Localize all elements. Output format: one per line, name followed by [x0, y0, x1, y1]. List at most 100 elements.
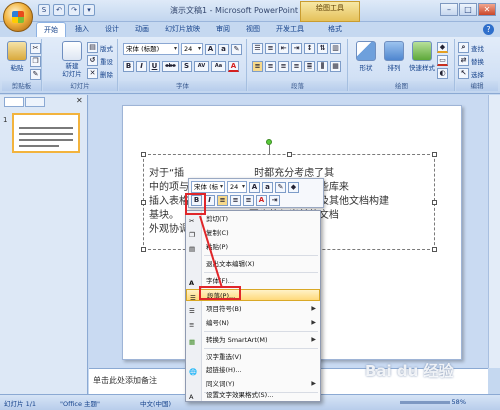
outline-tab-icon[interactable] — [25, 97, 45, 107]
slide-thumbnail[interactable] — [12, 113, 80, 153]
tab-slideshow[interactable]: 幻灯片放映 — [158, 22, 207, 37]
mini-shrink-font-icon[interactable]: a — [262, 181, 273, 193]
numbering-icon[interactable]: ≡ — [265, 43, 276, 54]
bold-button[interactable]: B — [123, 61, 134, 72]
menu-item-exit-text-edit[interactable]: 退出文本编辑(X) — [186, 258, 320, 270]
shadow-button[interactable]: S — [181, 61, 192, 72]
tab-review[interactable]: 审阅 — [209, 22, 237, 37]
smartart-convert-icon[interactable]: ▦ — [330, 61, 341, 72]
shape-button[interactable]: 形状 — [353, 41, 379, 78]
mini-align-right-icon[interactable]: ≡ — [243, 195, 254, 206]
tab-insert[interactable]: 插入 — [68, 22, 96, 37]
customize-qat-icon[interactable]: ▾ — [83, 4, 95, 16]
distribute-icon[interactable]: ≣ — [304, 61, 315, 72]
align-center-icon[interactable]: ≡ — [265, 61, 276, 72]
resize-handle-tr[interactable] — [432, 152, 437, 157]
shrink-font-icon[interactable]: a — [218, 43, 229, 55]
menu-item-reconversion[interactable]: 汉字重选(V) — [186, 351, 320, 363]
spacing-button[interactable]: AV — [194, 61, 209, 72]
decrease-indent-icon[interactable]: ⇤ — [278, 43, 289, 54]
tab-home[interactable]: 开始 — [36, 22, 66, 37]
format-painter-icon[interactable]: ✎ — [30, 69, 41, 80]
mini-grow-font-icon[interactable]: A — [249, 181, 260, 193]
clear-format-icon[interactable]: ✎ — [231, 43, 242, 55]
zoom-level[interactable]: 58% — [452, 398, 466, 406]
mini-fill-icon[interactable]: ◆ — [288, 181, 299, 193]
text-direction-icon[interactable]: ⇅ — [317, 43, 328, 54]
copy-icon[interactable]: ❐ — [30, 56, 41, 67]
menu-item-smartart[interactable]: ▦ 转换为 SmartArt(M) ▶ — [186, 334, 320, 346]
redo-icon[interactable]: ↷ — [68, 4, 80, 16]
save-icon[interactable]: S — [38, 4, 50, 16]
arrange-button[interactable]: 排列 — [381, 41, 407, 78]
resize-handle-br[interactable] — [432, 247, 437, 252]
tab-animations[interactable]: 动画 — [128, 22, 156, 37]
paste-button[interactable]: 粘贴 — [4, 41, 30, 78]
mini-font-size[interactable]: 24 — [227, 181, 247, 193]
columns-icon[interactable]: ⫼ — [317, 61, 328, 72]
select-button[interactable]: ↖ 选择 — [458, 68, 484, 79]
menu-item-bullets[interactable]: ☰ 项目符号(B) ▶ — [186, 303, 320, 315]
scissors-icon: ✂ — [189, 217, 195, 225]
delete-slide-button[interactable]: ✕ 删除 — [87, 68, 113, 79]
font-size-combo[interactable]: 24 — [181, 43, 203, 55]
tab-view[interactable]: 视图 — [239, 22, 267, 37]
menu-item-cut[interactable]: ✂ 剪切(T) — [186, 213, 320, 225]
maximize-button[interactable]: □ — [459, 3, 477, 16]
align-right-icon[interactable]: ≡ — [278, 61, 289, 72]
menu-item-text-effects[interactable]: A 设置文字效果格式(S)... — [186, 389, 320, 401]
ribbon-tabs: 开始 插入 设计 动画 幻灯片放映 审阅 视图 开发工具 格式 — [36, 22, 349, 37]
panel-close-icon[interactable]: ✕ — [76, 96, 83, 105]
new-slide-button[interactable]: 新建 幻灯片 — [57, 41, 87, 78]
resize-handle-bl[interactable] — [141, 247, 146, 252]
zoom-slider[interactable] — [400, 401, 450, 404]
tab-developer[interactable]: 开发工具 — [269, 22, 311, 37]
line-spacing-icon[interactable]: ↕ — [304, 43, 315, 54]
undo-icon[interactable]: ↶ — [53, 4, 65, 16]
font-name-combo[interactable]: 宋体 (标题) — [123, 43, 179, 55]
align-text-icon[interactable]: ▥ — [330, 43, 341, 54]
strikethrough-button[interactable]: abe — [162, 61, 179, 72]
mini-font-name[interactable]: 宋体 (标题 — [191, 181, 225, 201]
replace-button[interactable]: ⇄ 替换 — [458, 55, 484, 66]
mini-center-icon[interactable]: ≡ — [230, 195, 241, 206]
vertical-scrollbar[interactable] — [488, 95, 500, 368]
grow-font-icon[interactable]: A — [205, 43, 216, 55]
menu-item-paste[interactable]: ▤ 粘贴(P) — [186, 241, 320, 253]
office-button[interactable] — [3, 2, 33, 32]
cut-icon[interactable]: ✂ — [30, 43, 41, 54]
help-icon[interactable]: ? — [483, 24, 494, 35]
layout-button[interactable]: ▤ 版式 — [87, 42, 113, 53]
underline-button[interactable]: U — [149, 61, 160, 72]
submenu-arrow-icon: ▶ — [311, 305, 316, 312]
menu-item-hyperlink[interactable]: 🌐 超链接(H)... — [186, 364, 320, 376]
font-color-button[interactable]: A — [228, 61, 239, 72]
resize-handle-ml[interactable] — [141, 200, 146, 205]
resize-handle-tl[interactable] — [141, 152, 146, 157]
resize-handle-tc[interactable] — [287, 152, 292, 157]
tab-design[interactable]: 设计 — [98, 22, 126, 37]
language-indicator[interactable]: 中文(中国) — [140, 398, 171, 408]
reset-button[interactable]: ↺ 重设 — [87, 55, 113, 66]
find-button[interactable]: ⌕ 查找 — [458, 42, 484, 53]
shape-effects-icon[interactable]: ◐ — [437, 68, 448, 79]
increase-indent-icon[interactable]: ⇥ — [291, 43, 302, 54]
bullets-icon[interactable]: ☰ — [252, 43, 263, 54]
slides-tab-icon[interactable] — [4, 97, 24, 107]
mini-indent-icon[interactable]: ⇥ — [269, 195, 280, 206]
mini-format-painter-icon[interactable]: ✎ — [275, 181, 286, 193]
tab-format[interactable]: 格式 — [321, 22, 349, 37]
change-case-button[interactable]: Aa — [211, 61, 226, 72]
shape-fill-icon[interactable]: ◆ — [437, 42, 448, 53]
mini-align-left-icon[interactable]: ≡ — [217, 195, 228, 206]
resize-handle-mr[interactable] — [432, 200, 437, 205]
shape-outline-icon[interactable]: ▭ — [437, 55, 448, 66]
minimize-button[interactable]: – — [440, 3, 458, 16]
justify-icon[interactable]: ≡ — [291, 61, 302, 72]
italic-button[interactable]: I — [136, 61, 147, 72]
close-button[interactable]: ✕ — [478, 3, 496, 16]
menu-item-numbering[interactable]: ≡ 编号(N) ▶ — [186, 317, 320, 329]
mini-font-color-icon[interactable]: A — [256, 195, 267, 206]
align-left-icon[interactable]: ≡ — [252, 61, 263, 72]
quick-styles-button[interactable]: 快速样式 — [407, 41, 437, 78]
